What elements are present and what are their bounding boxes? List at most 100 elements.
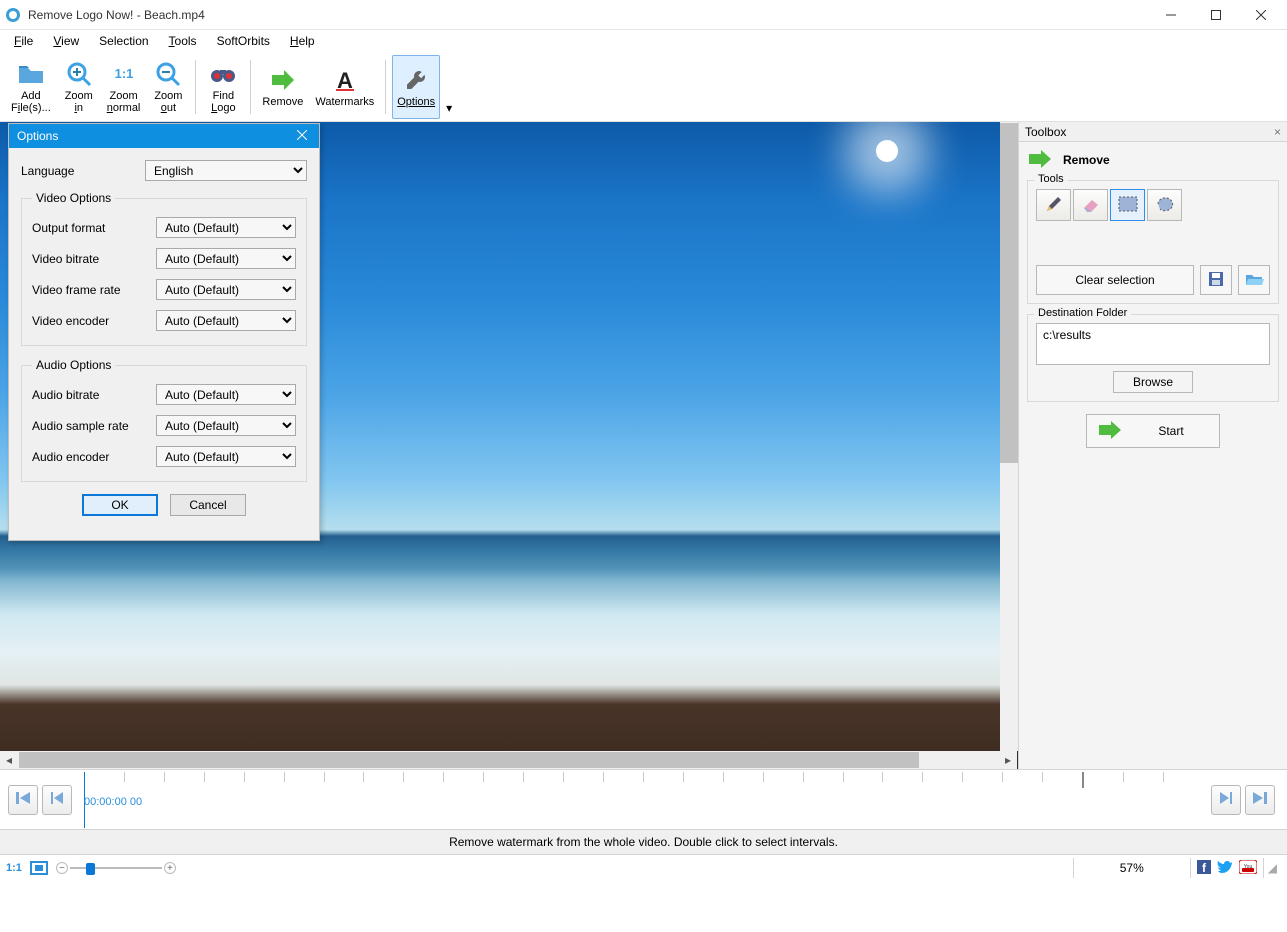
- timeline-time: 00:00:00 00: [84, 796, 142, 808]
- watermarks-button[interactable]: A Watermarks: [310, 55, 379, 119]
- step-back-button[interactable]: [42, 785, 72, 815]
- zoom-in-icon: [65, 60, 93, 88]
- arrow-right-green-icon: [1097, 421, 1123, 442]
- main-area: ◂ ▸ Options Language English Video Optio…: [0, 122, 1287, 769]
- zoom-ratio-label: 1:1: [6, 862, 22, 874]
- minimize-button[interactable]: [1148, 1, 1193, 29]
- save-icon: [1207, 270, 1225, 291]
- menu-file[interactable]: File: [6, 32, 41, 50]
- twitter-icon[interactable]: [1217, 860, 1233, 877]
- skip-forward-button[interactable]: [1245, 785, 1275, 815]
- lasso-icon: [1154, 194, 1176, 217]
- toolbox-panel: Toolbox × Remove Tools Clear selection: [1018, 122, 1287, 769]
- resize-grip-icon[interactable]: ◢: [1264, 861, 1281, 875]
- language-label: Language: [21, 164, 145, 178]
- arrow-right-green-icon: [1027, 150, 1055, 170]
- hint-text: Remove watermark from the whole video. D…: [449, 835, 838, 849]
- app-icon: [4, 6, 22, 24]
- close-button[interactable]: [1238, 1, 1283, 29]
- start-button[interactable]: Start: [1086, 414, 1220, 448]
- maximize-button[interactable]: [1193, 1, 1238, 29]
- destination-group: Destination Folder c:\results Browse: [1027, 314, 1279, 402]
- clear-selection-button[interactable]: Clear selection: [1036, 265, 1194, 295]
- video-bitrate-label: Video bitrate: [32, 252, 156, 266]
- toolbox-close-icon[interactable]: ×: [1274, 125, 1281, 139]
- audio-encoder-select[interactable]: Auto (Default): [156, 446, 296, 467]
- video-encoder-select[interactable]: Auto (Default): [156, 310, 296, 331]
- video-options-legend: Video Options: [32, 191, 115, 205]
- fit-screen-button[interactable]: [30, 861, 48, 875]
- options-button[interactable]: Options: [392, 55, 440, 119]
- video-bitrate-select[interactable]: Auto (Default): [156, 248, 296, 269]
- folder-add-icon: [17, 60, 45, 88]
- vertical-scrollbar[interactable]: [1000, 122, 1018, 751]
- facebook-icon[interactable]: f: [1197, 860, 1211, 877]
- menu-softorbits[interactable]: SoftOrbits: [209, 32, 278, 50]
- browse-button[interactable]: Browse: [1113, 371, 1193, 393]
- zoom-plus-button[interactable]: +: [164, 862, 176, 874]
- dialog-title-text: Options: [17, 129, 58, 143]
- video-framerate-select[interactable]: Auto (Default): [156, 279, 296, 300]
- dialog-titlebar[interactable]: Options: [9, 124, 319, 148]
- tool-marquee[interactable]: [1110, 189, 1145, 221]
- youtube-icon[interactable]: You: [1239, 860, 1257, 877]
- step-forward-button[interactable]: [1211, 785, 1241, 815]
- output-format-select[interactable]: Auto (Default): [156, 217, 296, 238]
- zoom-normal-button[interactable]: 1:1 Zoomnormal: [102, 55, 146, 119]
- zoom-out-button[interactable]: Zoomout: [147, 55, 189, 119]
- title-bar: Remove Logo Now! - Beach.mp4: [0, 0, 1287, 30]
- menu-tools[interactable]: Tools: [161, 32, 205, 50]
- zoom-slider[interactable]: − +: [56, 860, 176, 876]
- save-selection-button[interactable]: [1200, 265, 1232, 295]
- destination-input[interactable]: c:\results: [1036, 323, 1270, 365]
- tools-group: Tools Clear selection: [1027, 180, 1279, 304]
- mode-row: Remove: [1027, 150, 1279, 170]
- audio-samplerate-select[interactable]: Auto (Default): [156, 415, 296, 436]
- audio-encoder-label: Audio encoder: [32, 450, 156, 464]
- tool-pencil[interactable]: [1036, 189, 1071, 221]
- scroll-right-arrow[interactable]: ▸: [999, 751, 1017, 769]
- svg-text:1:1: 1:1: [114, 66, 133, 81]
- svg-text:A: A: [337, 68, 353, 92]
- audio-bitrate-select[interactable]: Auto (Default): [156, 384, 296, 405]
- window-title: Remove Logo Now! - Beach.mp4: [28, 8, 1148, 22]
- hint-bar: Remove watermark from the whole video. D…: [0, 829, 1287, 855]
- dialog-close-button[interactable]: [293, 129, 311, 143]
- menu-help[interactable]: Help: [282, 32, 323, 50]
- options-dialog: Options Language English Video Options O…: [8, 123, 320, 541]
- cancel-button[interactable]: Cancel: [170, 494, 246, 516]
- zoom-out-icon: [154, 60, 182, 88]
- window-controls: [1148, 1, 1283, 29]
- load-selection-button[interactable]: [1238, 265, 1270, 295]
- status-bar: 1:1 − + 57% f You ◢: [0, 855, 1287, 881]
- folder-open-icon: [1244, 271, 1264, 290]
- add-files-button[interactable]: AddFile(s)...: [6, 55, 56, 119]
- zoom-minus-button[interactable]: −: [56, 862, 68, 874]
- horizontal-scrollbar[interactable]: ◂ ▸: [0, 751, 1017, 769]
- zoom-11-icon: 1:1: [110, 60, 138, 88]
- binoculars-icon: [209, 60, 237, 88]
- canvas-wrap: ◂ ▸ Options Language English Video Optio…: [0, 122, 1018, 769]
- scroll-left-arrow[interactable]: ◂: [0, 751, 18, 769]
- timeline[interactable]: 00:00:00 00: [84, 772, 1203, 828]
- wrench-icon: [402, 66, 430, 94]
- audio-options-legend: Audio Options: [32, 358, 115, 372]
- audio-bitrate-label: Audio bitrate: [32, 388, 156, 402]
- tool-freeform[interactable]: [1147, 189, 1182, 221]
- timeline-ticks: [84, 772, 1203, 792]
- menu-view[interactable]: View: [45, 32, 87, 50]
- menu-bar: File View Selection Tools SoftOrbits Hel…: [0, 30, 1287, 52]
- eraser-icon: [1080, 194, 1102, 217]
- skip-back-button[interactable]: [8, 785, 38, 815]
- find-logo-button[interactable]: FindLogo: [202, 55, 244, 119]
- zoom-slider-handle[interactable]: [86, 863, 95, 875]
- remove-button[interactable]: Remove: [257, 55, 308, 119]
- menu-selection[interactable]: Selection: [91, 32, 156, 50]
- tool-eraser[interactable]: [1073, 189, 1108, 221]
- skip-back-icon: [15, 791, 31, 808]
- toolbar-overflow-button[interactable]: ▾: [442, 101, 456, 115]
- zoom-in-button[interactable]: Zoomin: [58, 55, 100, 119]
- ok-button[interactable]: OK: [82, 494, 158, 516]
- language-select[interactable]: English: [145, 160, 307, 181]
- step-forward-icon: [1219, 791, 1233, 808]
